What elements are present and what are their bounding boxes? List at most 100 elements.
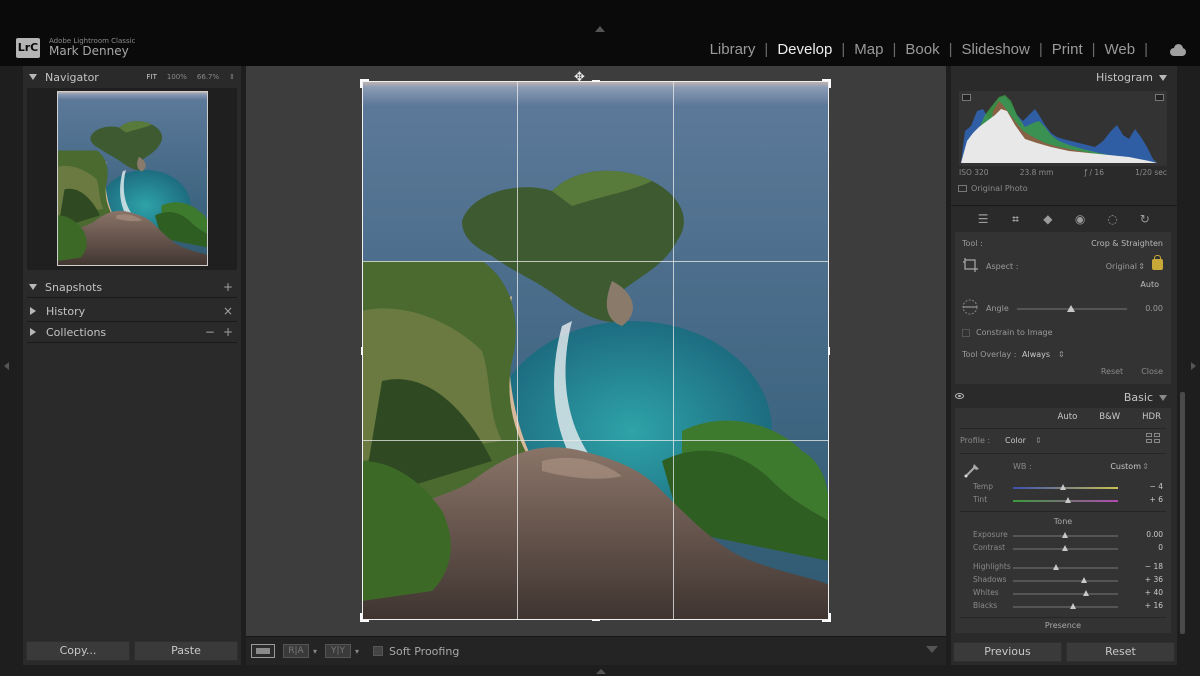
temp-value[interactable]: − 4 <box>1150 482 1163 491</box>
auto-straighten-button[interactable]: Auto <box>1140 280 1159 289</box>
crop-frame[interactable] <box>360 79 831 622</box>
constrain-checkbox[interactable] <box>962 328 970 337</box>
crop-handle-bottom-right[interactable] <box>822 613 831 622</box>
chevron-updown-icon[interactable]: ⇕ <box>1035 436 1042 445</box>
shadows-thumb[interactable] <box>1080 577 1087 583</box>
straighten-tool-icon[interactable] <box>960 299 978 315</box>
right-panel-toggle-icon[interactable] <box>1191 362 1196 370</box>
crop-tool-icon[interactable]: ⌗ <box>1008 212 1022 226</box>
reset-tool-icon[interactable]: ↻ <box>1138 212 1152 226</box>
loupe-view-icon[interactable] <box>251 644 275 658</box>
crop-handle-bottom-left[interactable] <box>360 613 369 622</box>
chevron-down-icon[interactable]: ▾ <box>355 647 359 656</box>
crop-aspect-icon[interactable] <box>961 257 979 273</box>
masking-icon[interactable]: ◌ <box>1105 212 1119 226</box>
module-develop[interactable]: Develop <box>776 41 833 58</box>
whites-track[interactable] <box>1013 593 1118 595</box>
highlights-thumb[interactable] <box>1052 564 1059 570</box>
treatment-hdr[interactable]: HDR <box>1142 412 1161 422</box>
before-after-top-bottom-button[interactable]: Y|Y <box>325 644 352 658</box>
whites-slider-row[interactable]: Whites + 40 <box>955 588 1171 600</box>
right-panel-scrollbar[interactable] <box>1180 392 1185 634</box>
navigator-thumbnail[interactable] <box>57 91 208 266</box>
shadows-track[interactable] <box>1013 580 1118 582</box>
add-snapshot-icon[interactable]: + <box>223 280 233 294</box>
whites-thumb[interactable] <box>1083 590 1089 596</box>
chevron-down-icon[interactable]: ▾ <box>313 647 317 656</box>
highlights-track[interactable] <box>1013 567 1118 569</box>
highlights-value[interactable]: − 18 <box>1145 562 1163 571</box>
shadows-slider-row[interactable]: Shadows + 36 <box>955 575 1171 587</box>
crop-close-button[interactable]: Close <box>1141 367 1163 376</box>
basic-header[interactable]: Basic <box>951 388 1177 406</box>
temp-thumb[interactable] <box>1059 484 1066 490</box>
blacks-thumb[interactable] <box>1070 603 1077 609</box>
left-panel-toggle-icon[interactable] <box>4 362 9 370</box>
contrast-value[interactable]: 0 <box>1158 543 1163 552</box>
contrast-thumb[interactable] <box>1062 545 1068 551</box>
module-web[interactable]: Web <box>1104 41 1137 58</box>
collections-header[interactable]: Collections − + <box>27 322 237 343</box>
tint-value[interactable]: + 6 <box>1150 495 1163 504</box>
tint-thumb[interactable] <box>1065 497 1072 503</box>
zoom-custom[interactable]: 66.7% <box>197 73 219 81</box>
module-print[interactable]: Print <box>1051 41 1084 58</box>
zoom-100[interactable]: 100% <box>167 73 187 81</box>
soft-proofing-checkbox[interactable] <box>373 646 384 656</box>
whites-value[interactable]: + 40 <box>1145 588 1163 597</box>
highlights-slider-row[interactable]: Highlights − 18 <box>955 562 1171 574</box>
before-after-left-right-button[interactable]: R|A <box>283 644 309 658</box>
remove-collection-icon[interactable]: − <box>205 325 215 339</box>
snapshots-header[interactable]: Snapshots + <box>27 277 237 298</box>
crop-handle-top-right[interactable] <box>822 79 831 88</box>
clear-history-icon[interactable]: × <box>223 304 233 318</box>
aspect-value[interactable]: Original <box>1106 262 1137 271</box>
cloud-icon[interactable] <box>1168 43 1188 56</box>
chevron-updown-icon[interactable]: ⇕ <box>1058 350 1065 359</box>
blacks-track[interactable] <box>1013 606 1118 608</box>
crop-handle-bottom[interactable] <box>592 619 600 621</box>
contrast-slider-row[interactable]: Contrast 0 <box>955 543 1171 555</box>
crop-handle-top[interactable] <box>592 80 600 82</box>
angle-value[interactable]: 0.00 <box>1145 304 1163 313</box>
crop-reset-button[interactable]: Reset <box>1101 367 1123 376</box>
treatment-bw[interactable]: B&W <box>1099 412 1120 422</box>
chevron-updown-icon[interactable]: ⇕ <box>1142 462 1149 471</box>
histogram-header[interactable]: Histogram <box>1096 71 1167 84</box>
blacks-value[interactable]: + 16 <box>1145 601 1163 610</box>
edit-sliders-icon[interactable]: ☰ <box>976 212 990 226</box>
crop-handle-top-left[interactable] <box>360 79 369 88</box>
crop-handle-right[interactable] <box>828 347 830 355</box>
crop-handle-left[interactable] <box>361 347 363 355</box>
zoom-fit[interactable]: FIT <box>146 73 156 81</box>
overlay-value[interactable]: Always <box>1022 350 1050 359</box>
tint-slider-row[interactable]: Tint + 6 <box>955 495 1171 507</box>
angle-slider-thumb[interactable] <box>1067 305 1075 312</box>
module-book[interactable]: Book <box>904 41 940 58</box>
profile-value[interactable]: Color <box>1005 436 1026 445</box>
exposure-value[interactable]: 0.00 <box>1146 530 1163 539</box>
red-eye-icon[interactable]: ◉ <box>1073 212 1087 226</box>
module-map[interactable]: Map <box>853 41 884 58</box>
shadow-clipping-icon[interactable] <box>962 94 971 101</box>
exposure-thumb[interactable] <box>1062 532 1068 538</box>
top-panel-toggle-icon[interactable] <box>595 26 605 32</box>
wb-value[interactable]: Custom <box>1110 462 1141 471</box>
highlight-clipping-icon[interactable] <box>1155 94 1164 101</box>
treatment-auto[interactable]: Auto <box>1058 412 1078 422</box>
wb-picker-icon[interactable] <box>963 460 983 478</box>
temp-slider-row[interactable]: Temp − 4 <box>955 482 1171 494</box>
healing-tool-icon[interactable]: ◆ <box>1041 212 1055 226</box>
exposure-slider-row[interactable]: Exposure 0.00 <box>955 530 1171 542</box>
module-library[interactable]: Library <box>709 41 757 58</box>
module-slideshow[interactable]: Slideshow <box>960 41 1030 58</box>
filmstrip-toggle-icon[interactable] <box>596 669 606 674</box>
blacks-slider-row[interactable]: Blacks + 16 <box>955 601 1171 613</box>
history-header[interactable]: History × <box>27 301 237 322</box>
profile-browser-icon[interactable] <box>1146 433 1162 445</box>
copy-button[interactable]: Copy... <box>26 641 130 661</box>
reset-button[interactable]: Reset <box>1066 642 1175 662</box>
chevron-updown-icon[interactable]: ⇕ <box>1138 262 1145 271</box>
navigator-header[interactable]: Navigator FIT 100% 66.7% ⇕ <box>23 66 241 88</box>
eye-icon[interactable] <box>955 393 964 399</box>
